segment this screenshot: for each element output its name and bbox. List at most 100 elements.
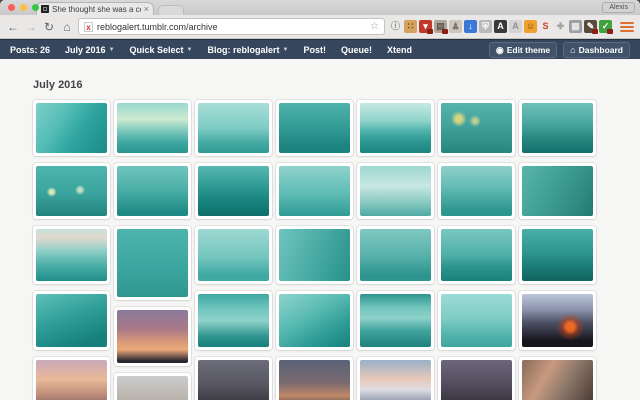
photo-teal-girl-overlook[interactable] (276, 226, 353, 284)
tab-favicon (41, 5, 49, 13)
gray-shield-extension-icon[interactable]: ⛨ (479, 20, 492, 33)
skyline-sunset-clouds-image (279, 360, 350, 400)
chrome-menu-icon[interactable] (620, 21, 634, 32)
photo-teal-harbor-skyline[interactable] (438, 226, 515, 284)
browser-tab[interactable]: She thought she was a co... × (36, 2, 154, 15)
chevron-down-icon: ▼ (186, 46, 193, 53)
teal-harbor-skyline-image (441, 229, 512, 281)
tan-box-extension-icon[interactable]: ∷ (404, 20, 417, 33)
photo-sunset-street[interactable] (33, 357, 110, 400)
profile-name-badge[interactable]: Alexis (602, 2, 635, 13)
edit-theme-button[interactable]: ◉ Edit theme (488, 41, 558, 58)
photo-teal-mosque-fireworks[interactable] (357, 226, 434, 284)
green-check-extension-icon[interactable]: ✓ (599, 20, 613, 34)
photo-teal-terrace-walk[interactable] (438, 163, 515, 219)
blue-download-extension-icon[interactable]: ↓ (464, 20, 477, 33)
photo-teal-empty-road[interactable] (195, 100, 272, 156)
queue-button[interactable]: Queue! (341, 45, 372, 55)
blog-dropdown[interactable]: Blog: reblogalert ▼ (208, 45, 289, 55)
photo-teal-car-windshield[interactable] (195, 291, 272, 350)
teal-white-house-image (360, 166, 431, 216)
photo-teal-bench-harbor[interactable] (519, 100, 596, 156)
grid-column-1 (33, 100, 110, 400)
photo-teal-street-overhead[interactable] (33, 291, 110, 350)
photo-teal-sleeping-couple[interactable] (519, 163, 596, 219)
light-a-circle-extension-icon[interactable]: A (509, 20, 522, 33)
photo-city-street-cars[interactable] (114, 373, 191, 400)
photo-teal-town-street[interactable] (276, 100, 353, 156)
grid-column-5 (357, 100, 434, 400)
quick-select-label: Quick Select (129, 44, 184, 55)
gray-plus-extension-icon[interactable]: ✚ (554, 20, 567, 33)
photo-hands-up-dusk[interactable] (438, 357, 515, 400)
posts-count: Posts: 26 (10, 45, 50, 55)
photo-teal-stormy-trees[interactable] (195, 163, 272, 219)
purple-sunset-clouds-image (117, 310, 188, 363)
close-window-button[interactable] (8, 4, 15, 11)
bookmark-star-icon[interactable]: ☆ (370, 21, 379, 32)
edit-theme-label: Edit theme (506, 44, 551, 55)
dashboard-button[interactable]: ⌂ Dashboard (563, 41, 630, 58)
month-dropdown[interactable]: July 2016 ▼ (65, 45, 114, 55)
photo-teal-girl-night-lights[interactable] (33, 163, 110, 219)
photo-teal-parking-cars[interactable] (114, 100, 191, 156)
photo-teal-sea-horizon[interactable] (357, 100, 434, 156)
photo-purple-sunset-clouds[interactable] (114, 307, 191, 366)
zoom-window-button[interactable] (32, 4, 39, 11)
photo-friends-flash-photo[interactable] (519, 357, 596, 400)
photo-volcano-lava-plume[interactable] (519, 291, 596, 350)
chevron-down-icon: ▼ (108, 46, 115, 53)
photo-teal-city-lights-dusk[interactable] (519, 226, 596, 284)
teal-beach-waves-image (36, 103, 107, 153)
new-tab-button[interactable] (158, 5, 184, 15)
xtend-button[interactable]: Xtend (387, 45, 412, 55)
quick-select-dropdown[interactable]: Quick Select ▼ (130, 45, 193, 55)
photo-teal-white-house[interactable] (357, 163, 434, 219)
photo-skyline-sunset-clouds[interactable] (276, 357, 353, 400)
address-bar[interactable]: x reblogalert.tumblr.com/archive ☆ (78, 18, 385, 35)
tab-close-icon[interactable]: × (144, 5, 149, 14)
refresh-icon[interactable]: ↻ (42, 21, 56, 33)
home-icon[interactable]: ⌂ (60, 21, 74, 33)
photo-teal-rain-window[interactable] (114, 226, 191, 300)
post-button[interactable]: Post! (303, 45, 326, 55)
tab-title: She thought she was a co... (52, 4, 141, 14)
red-pocket-extension-icon[interactable]: ▾ (419, 20, 433, 34)
teal-foggy-streetlights-image (441, 103, 512, 153)
page-favicon: x (84, 21, 93, 32)
browser-toolbar: ← → ↻ ⌂ x reblogalert.tumblr.com/archive… (0, 15, 640, 39)
url-text[interactable]: reblogalert.tumblr.com/archive (97, 22, 366, 32)
photo-teal-misty-mountains[interactable] (33, 226, 110, 284)
teal-rain-window-image (117, 229, 188, 297)
photo-teal-girl-haze[interactable] (438, 291, 515, 350)
person-box-extension-icon[interactable]: ♟ (449, 20, 462, 33)
tab-strip: She thought she was a co... × Alexis (0, 0, 640, 15)
photo-teal-playground-dusk[interactable] (114, 163, 191, 219)
photo-mountain-road-sunset[interactable] (357, 357, 434, 400)
forward-icon[interactable]: → (24, 21, 38, 33)
photo-teal-traffic-light[interactable] (276, 163, 353, 219)
photo-teal-bus-window[interactable] (357, 291, 434, 350)
smiley-extension-icon[interactable]: ☺ (524, 20, 537, 33)
volcano-lava-plume-image (522, 294, 593, 347)
dark-a-circle-extension-icon[interactable]: A (494, 20, 507, 33)
window-controls (8, 4, 39, 11)
extension-badge (592, 29, 598, 34)
dark-tool-extension-icon[interactable]: ✎ (584, 20, 598, 34)
sunset-street-image (36, 360, 107, 400)
folder-extension-icon[interactable]: ▤ (434, 20, 448, 34)
minimize-window-button[interactable] (20, 4, 27, 11)
photo-teal-beach-waves[interactable] (33, 100, 110, 156)
back-icon[interactable]: ← (6, 21, 20, 33)
month-dropdown-label: July 2016 (65, 44, 106, 55)
photo-teal-pebble-beach[interactable] (276, 291, 353, 350)
teal-girl-overlook-image (279, 229, 350, 281)
photo-teal-foggy-skyline[interactable] (195, 226, 272, 284)
grid-square-extension-icon[interactable]: ▦ (569, 20, 582, 33)
photo-crowd-silhouettes-dusk[interactable] (195, 357, 272, 400)
teal-pebble-beach-image (279, 294, 350, 347)
photo-teal-foggy-streetlights[interactable] (438, 100, 515, 156)
info-circle-extension-icon[interactable]: ⓘ (389, 20, 402, 33)
red-s-extension-icon[interactable]: S (539, 20, 552, 33)
mountain-road-sunset-image (360, 360, 431, 400)
